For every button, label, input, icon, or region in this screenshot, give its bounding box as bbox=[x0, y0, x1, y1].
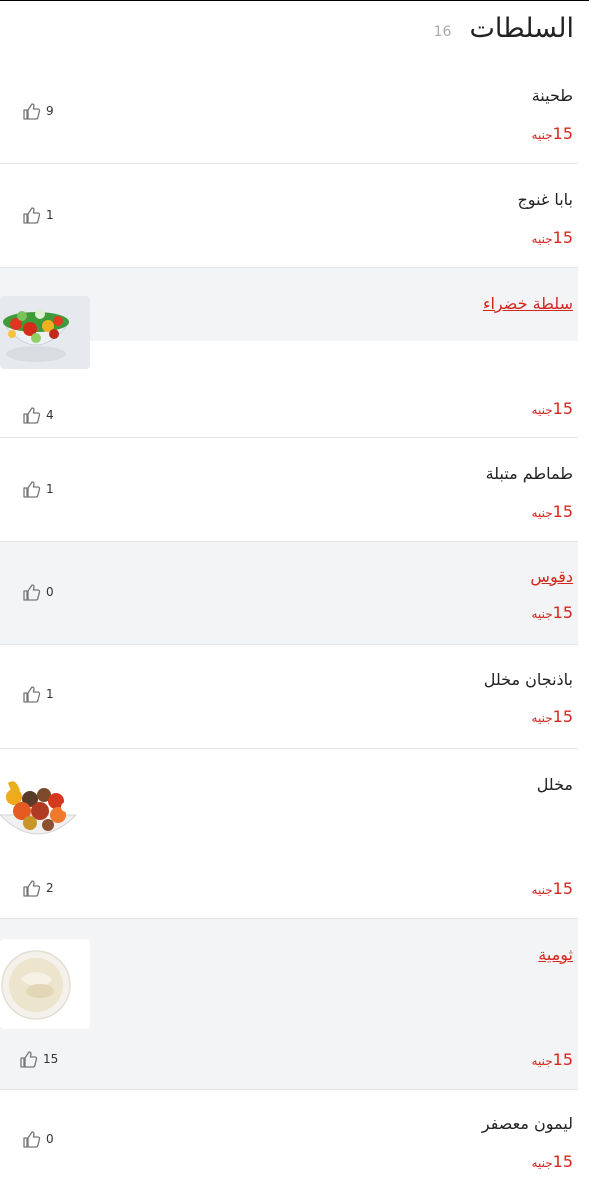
like-button[interactable]: 4 bbox=[22, 406, 54, 424]
list-item[interactable]: سلطة خضراء 15جنيه 4 bbox=[0, 268, 578, 438]
menu-list: طحينة 15جنيه 9 بابا غنوج 15جنيه 1 سلطة خ… bbox=[0, 60, 578, 1192]
like-count: 1 bbox=[46, 208, 54, 222]
thumbs-up-icon bbox=[22, 685, 42, 703]
thumbs-up-icon bbox=[22, 480, 42, 498]
like-count: 9 bbox=[46, 104, 54, 118]
list-item[interactable]: باذنجان مخلل 15جنيه 1 bbox=[0, 645, 578, 749]
thumbs-up-icon bbox=[22, 102, 42, 120]
like-count: 2 bbox=[46, 881, 54, 895]
thumbs-up-icon bbox=[22, 206, 42, 224]
item-price: 15جنيه bbox=[531, 1050, 573, 1069]
thumbs-up-icon bbox=[22, 583, 42, 601]
like-count: 15 bbox=[43, 1052, 59, 1066]
item-price: 15جنيه bbox=[531, 228, 573, 247]
item-price: 15جنيه bbox=[531, 502, 573, 521]
list-item[interactable]: ثومية 15جنيه 15 bbox=[0, 919, 578, 1090]
item-name[interactable]: مخلل bbox=[537, 775, 573, 794]
like-count: 1 bbox=[46, 687, 54, 701]
section-title: السلطات bbox=[469, 12, 574, 44]
like-count: 0 bbox=[46, 585, 54, 599]
green-salad-image[interactable] bbox=[0, 296, 90, 369]
list-item[interactable]: بابا غنوج 15جنيه 1 bbox=[0, 164, 578, 268]
garlic-sauce-image[interactable] bbox=[0, 939, 90, 1029]
item-price: 15جنيه bbox=[531, 399, 573, 418]
like-button[interactable]: 9 bbox=[22, 102, 54, 120]
section-header: السلطات 16 bbox=[434, 8, 574, 48]
thumbs-up-icon bbox=[19, 1050, 39, 1068]
item-name[interactable]: ليمون معصفر bbox=[482, 1114, 573, 1133]
item-name[interactable]: سلطة خضراء bbox=[483, 294, 573, 313]
list-item[interactable]: طحينة 15جنيه 9 bbox=[0, 60, 578, 164]
item-name[interactable]: طحينة bbox=[532, 86, 573, 105]
thumbs-up-icon bbox=[22, 406, 42, 424]
item-name[interactable]: باذنجان مخلل bbox=[484, 670, 573, 689]
item-count: 16 bbox=[433, 24, 452, 40]
like-button[interactable]: 15 bbox=[19, 1050, 58, 1068]
list-item[interactable]: ليمون معصفر 15جنيه 0 bbox=[0, 1090, 578, 1192]
like-button[interactable]: 1 bbox=[22, 480, 54, 498]
item-price: 15جنيه bbox=[531, 603, 573, 622]
item-name[interactable]: دقوس bbox=[530, 567, 573, 586]
list-item[interactable]: مخلل 15جنيه 2 bbox=[0, 749, 578, 919]
list-item[interactable]: دقوس 15جنيه 0 bbox=[0, 542, 578, 645]
like-button[interactable]: 0 bbox=[22, 583, 54, 601]
like-count: 4 bbox=[46, 408, 54, 422]
thumbs-up-icon bbox=[22, 879, 42, 897]
item-name[interactable]: بابا غنوج bbox=[517, 190, 573, 209]
top-border bbox=[0, 0, 589, 1]
like-count: 0 bbox=[46, 1132, 54, 1146]
item-price: 15جنيه bbox=[531, 707, 573, 726]
like-button[interactable]: 0 bbox=[22, 1130, 54, 1148]
like-button[interactable]: 2 bbox=[22, 879, 54, 897]
item-name[interactable]: طماطم متبلة bbox=[486, 464, 573, 483]
list-item[interactable]: طماطم متبلة 15جنيه 1 bbox=[0, 438, 578, 542]
item-price: 15جنيه bbox=[531, 124, 573, 143]
item-price: 15جنيه bbox=[531, 1152, 573, 1171]
item-name[interactable]: ثومية bbox=[538, 945, 573, 964]
item-price: 15جنيه bbox=[531, 879, 573, 898]
thumbs-up-icon bbox=[22, 1130, 42, 1148]
pickles-image[interactable] bbox=[0, 775, 76, 849]
like-button[interactable]: 1 bbox=[22, 206, 54, 224]
like-count: 1 bbox=[46, 482, 54, 496]
like-button[interactable]: 1 bbox=[22, 685, 54, 703]
